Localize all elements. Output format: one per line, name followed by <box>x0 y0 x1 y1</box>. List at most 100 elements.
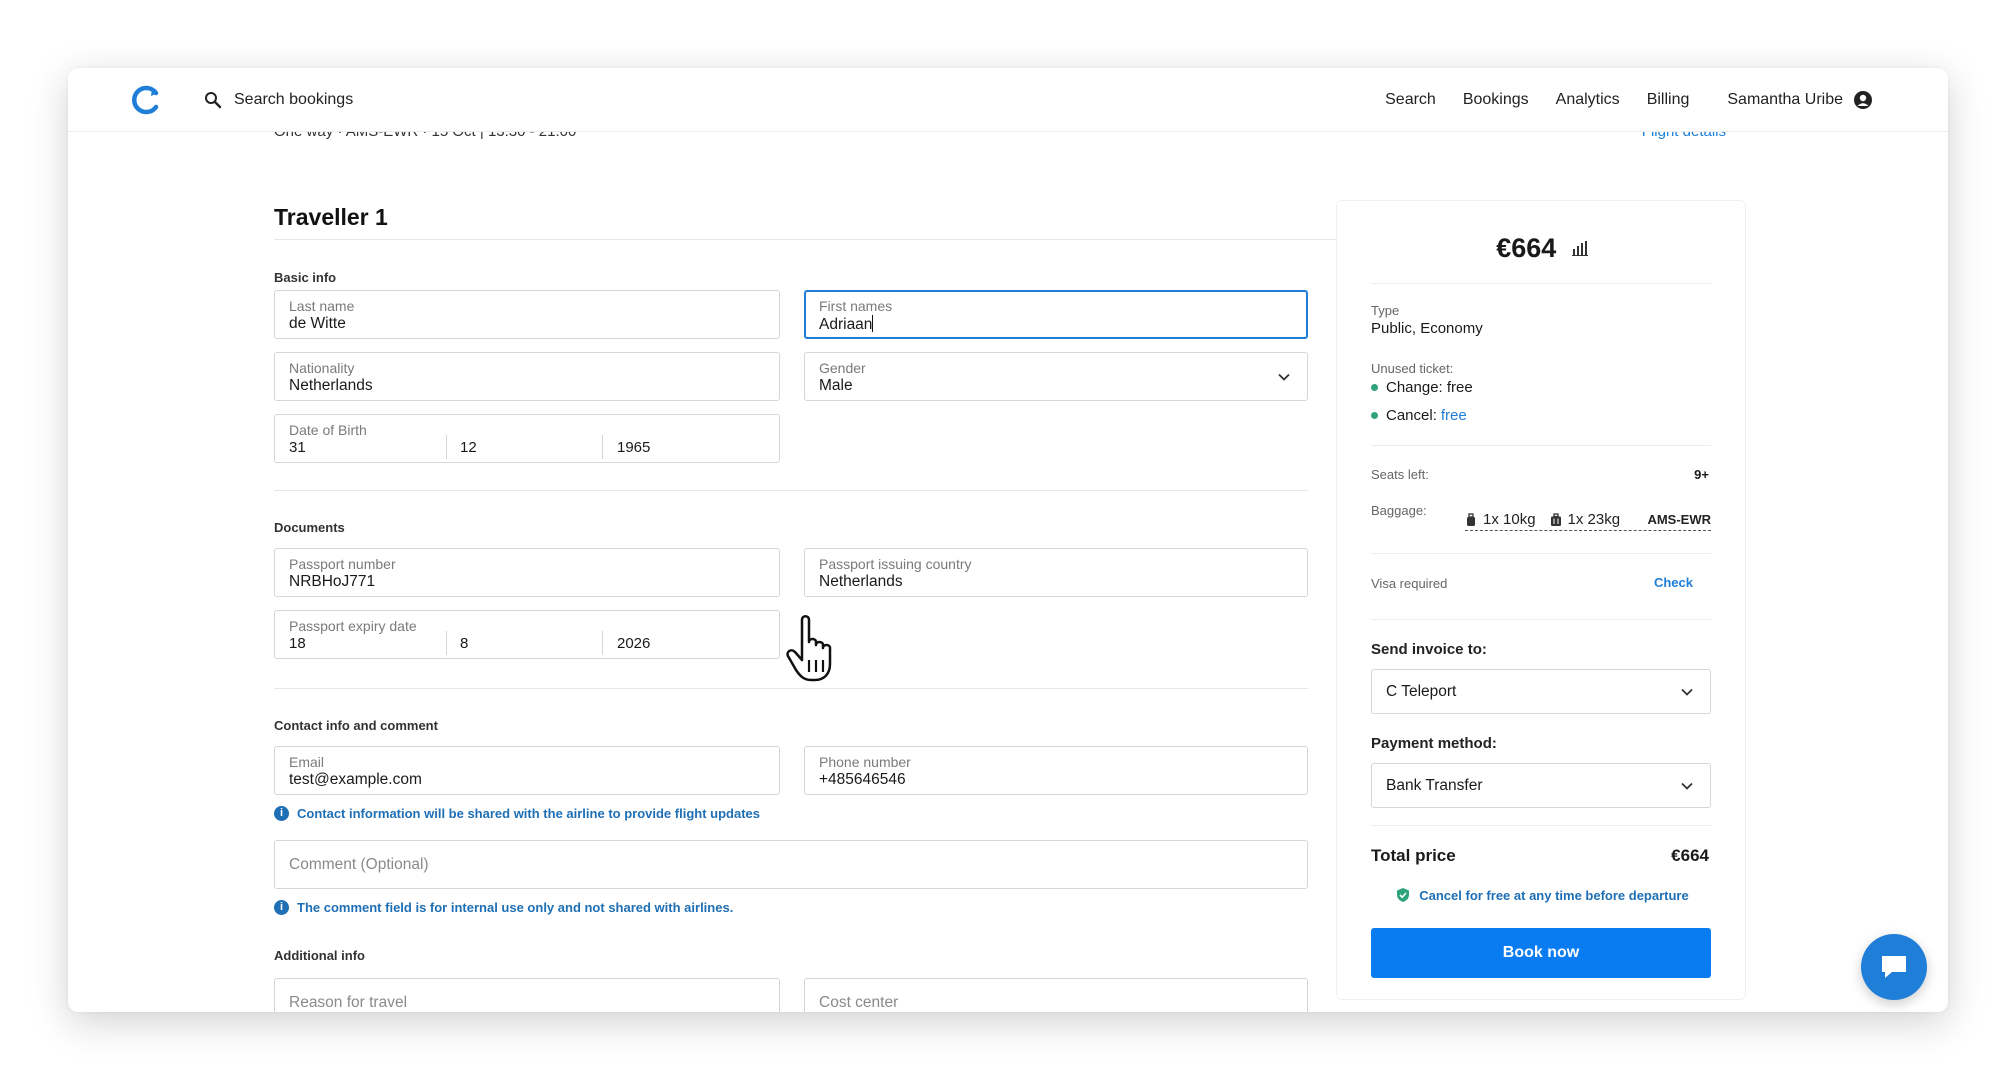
reason-placeholder: Reason for travel <box>289 994 408 1011</box>
panel-divider <box>1371 619 1711 620</box>
search-icon <box>205 92 222 109</box>
chat-support-button[interactable] <box>1861 934 1927 1000</box>
bar-chart-icon[interactable] <box>1571 240 1588 256</box>
dob-label: Date of Birth <box>289 422 367 438</box>
passport-number-field[interactable]: Passport number NRBHoJ771 <box>274 548 780 597</box>
cancel-free-link[interactable]: free <box>1441 407 1467 424</box>
contact-info-note: i Contact information will be shared wit… <box>274 806 760 821</box>
first-names-field[interactable]: First names Adriaan <box>804 290 1308 339</box>
visa-required-label: Visa required <box>1371 576 1448 591</box>
comment-placeholder: Comment (Optional) <box>289 856 429 873</box>
cancel-policy-text: Cancel: <box>1386 407 1437 424</box>
shield-check-icon <box>1397 888 1410 902</box>
phone-field[interactable]: Phone number +485646546 <box>804 746 1308 795</box>
additional-info-heading: Additional info <box>274 948 365 963</box>
type-value: Public, Economy <box>1371 320 1483 337</box>
date-separator <box>446 631 447 655</box>
chevron-down-icon <box>1278 373 1290 381</box>
passport-number-value: NRBHoJ771 <box>289 573 376 590</box>
comment-info-text: The comment field is for internal use on… <box>297 900 734 915</box>
green-dot-icon <box>1371 384 1378 391</box>
phone-value: +485646546 <box>819 771 906 788</box>
main-nav: Search Bookings Analytics Billing Samant… <box>1358 68 1948 132</box>
passport-expiry-field[interactable]: Passport expiry date 18 8 2026 <box>274 610 780 659</box>
last-name-value: de Witte <box>289 315 346 332</box>
reason-for-travel-field[interactable]: Reason for travel <box>274 978 780 1012</box>
baggage-info[interactable]: 1x 10kg 1x 23kg AMS-EWR <box>1465 509 1711 531</box>
first-names-label: First names <box>819 298 893 314</box>
panel-divider <box>1371 825 1711 826</box>
user-avatar-icon <box>1854 91 1872 109</box>
email-field[interactable]: Email test@example.com <box>274 746 780 795</box>
cancel-policy: Cancel: free <box>1371 407 1467 424</box>
info-icon: i <box>274 900 289 915</box>
unused-ticket-label: Unused ticket: <box>1371 361 1454 376</box>
invoice-recipient-select[interactable]: C Teleport <box>1371 669 1711 714</box>
info-icon: i <box>274 806 289 821</box>
payment-method-value: Bank Transfer <box>1386 777 1483 794</box>
chevron-down-icon <box>1681 782 1693 790</box>
first-names-value-wrap: Adriaan <box>819 315 874 334</box>
contact-info-text: Contact information will be shared with … <box>297 806 760 821</box>
seats-left-label: Seats left: <box>1371 467 1429 482</box>
top-navigation-bar: Search bookings Search Bookings Analytic… <box>68 68 1948 132</box>
visa-check-link[interactable]: Check <box>1654 575 1693 590</box>
invoice-recipient-value: C Teleport <box>1386 683 1457 700</box>
contact-heading: Contact info and comment <box>274 718 438 733</box>
gender-select[interactable]: Gender Male <box>804 352 1308 401</box>
last-name-field[interactable]: Last name de Witte <box>274 290 780 339</box>
price-display: €664 <box>1337 233 1747 264</box>
book-now-button[interactable]: Book now <box>1371 928 1711 978</box>
search-bookings-button[interactable]: Search bookings <box>204 87 353 113</box>
first-names-value: Adriaan <box>819 316 873 333</box>
panel-divider <box>1371 283 1711 284</box>
booking-summary-panel: €664 Type Public, Economy Unused ticket:… <box>1336 200 1746 1000</box>
app-window: Search bookings Search Bookings Analytic… <box>68 68 1948 1012</box>
change-policy: Change: free <box>1371 379 1473 396</box>
passport-country-value: Netherlands <box>819 573 903 590</box>
nationality-field[interactable]: Nationality Netherlands <box>274 352 780 401</box>
passport-country-label: Passport issuing country <box>819 556 972 572</box>
date-of-birth-field[interactable]: Date of Birth 31 12 1965 <box>274 414 780 463</box>
nav-search[interactable]: Search <box>1385 91 1436 109</box>
dob-day[interactable]: 31 <box>289 439 306 456</box>
passport-expiry-year[interactable]: 2026 <box>617 635 650 652</box>
last-name-label: Last name <box>289 298 355 314</box>
free-cancellation-text: Cancel for free at any time before depar… <box>1419 887 1689 903</box>
comment-field[interactable]: Comment (Optional) <box>274 840 1308 889</box>
gender-label: Gender <box>819 360 866 376</box>
nationality-label: Nationality <box>289 360 355 376</box>
green-dot-icon <box>1371 412 1378 419</box>
dob-month[interactable]: 12 <box>460 439 477 456</box>
total-price-value: €664 <box>1671 846 1709 865</box>
nav-analytics[interactable]: Analytics <box>1556 91 1620 109</box>
basic-info-heading: Basic info <box>274 270 337 285</box>
date-separator <box>602 631 603 655</box>
dob-year[interactable]: 1965 <box>617 439 650 456</box>
cost-center-field[interactable]: Cost center <box>804 978 1308 1012</box>
search-bookings-label: Search bookings <box>234 91 354 108</box>
payment-method-select[interactable]: Bank Transfer <box>1371 763 1711 808</box>
carry-on-bag-icon <box>1467 512 1475 526</box>
free-cancellation-note: Cancel for free at any time before depar… <box>1337 887 1747 903</box>
seats-left-value: 9+ <box>1694 467 1709 482</box>
gender-value: Male <box>819 377 853 394</box>
nav-bookings[interactable]: Bookings <box>1463 91 1529 109</box>
passport-expiry-day[interactable]: 18 <box>289 635 306 652</box>
panel-divider <box>1371 553 1711 554</box>
passport-country-field[interactable]: Passport issuing country Netherlands <box>804 548 1308 597</box>
cost-center-placeholder: Cost center <box>819 994 899 1011</box>
passport-expiry-month[interactable]: 8 <box>460 635 468 652</box>
nav-billing[interactable]: Billing <box>1647 91 1690 109</box>
traveller-title: Traveller 1 <box>274 204 388 230</box>
user-menu[interactable]: Samantha Uribe <box>1727 90 1873 110</box>
passport-expiry-label: Passport expiry date <box>289 618 417 634</box>
baggage-route: AMS-EWR <box>1647 512 1711 527</box>
section-divider <box>274 490 1308 491</box>
price-value: €664 <box>1496 233 1557 263</box>
phone-label: Phone number <box>819 754 911 770</box>
change-policy-text: Change: free <box>1386 379 1473 396</box>
chat-bubble-icon <box>1882 956 1906 978</box>
payment-method-label: Payment method: <box>1371 735 1497 752</box>
logo-icon[interactable] <box>130 84 162 116</box>
